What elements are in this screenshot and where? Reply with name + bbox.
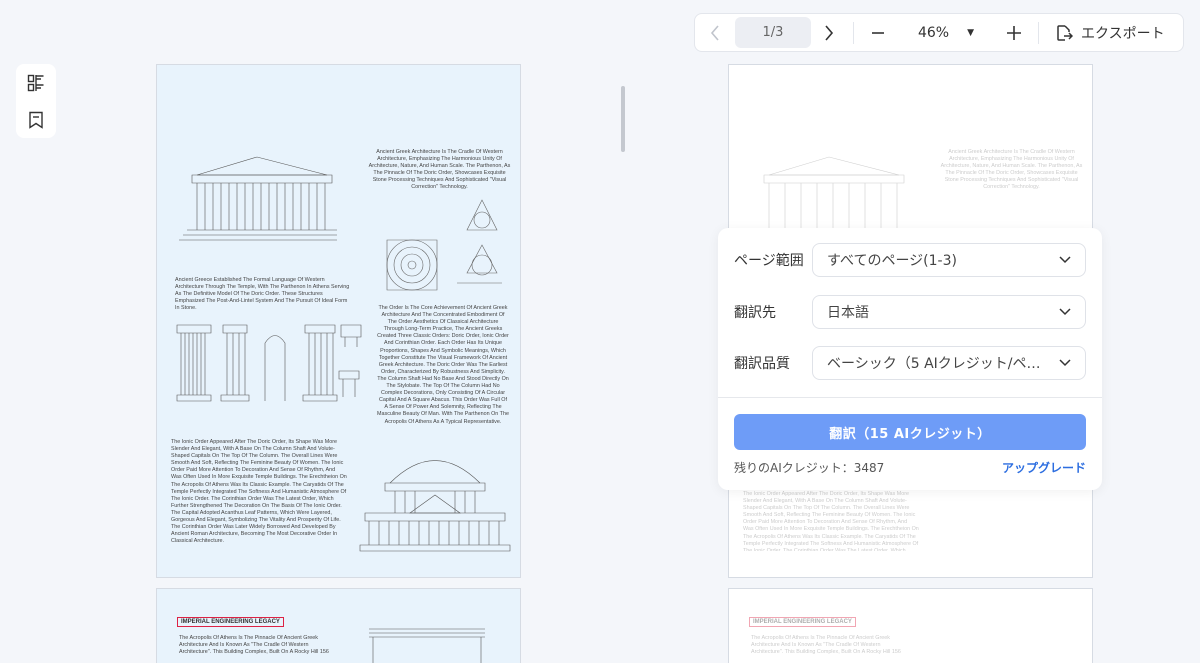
- quality-row: 翻訳品質 ベーシック（5 AIクレジット/ページ）: [734, 346, 1086, 380]
- quality-label: 翻訳品質: [734, 356, 790, 372]
- zoom-out-button[interactable]: [860, 14, 896, 51]
- page-indicator[interactable]: 1/3: [735, 17, 811, 48]
- original-page-1: Ancient Greek Architecture Is The Cradle…: [156, 64, 521, 578]
- order-paragraph: The Order Is The Core Achievement Of Anc…: [377, 305, 509, 425]
- translate-panel: ページ範囲 すべてのページ(1-3) 翻訳先 日本語 翻訳品質 ベーシック（5 …: [718, 228, 1102, 490]
- page2-intro: The Acropolis Of Athens Is The Pinnacle …: [179, 635, 329, 656]
- remaining-credits: 残りのAIクレジット：3487: [734, 461, 885, 475]
- export-button[interactable]: エクスポート: [1045, 23, 1177, 43]
- bookmark-button[interactable]: [18, 104, 54, 136]
- page-range-select[interactable]: すべてのページ(1-3): [812, 243, 1086, 277]
- small-capital-illustration: [338, 370, 360, 397]
- export-icon: [1057, 24, 1073, 41]
- translated-page2-intro: The Acropolis Of Athens Is The Pinnacle …: [751, 635, 901, 656]
- prev-page-button[interactable]: [695, 14, 735, 51]
- upgrade-link[interactable]: アップグレード: [1002, 459, 1086, 476]
- page-range-row: ページ範囲 すべてのページ(1-3): [734, 243, 1086, 277]
- toolbar-divider: [1038, 21, 1039, 44]
- next-page-button[interactable]: [811, 14, 847, 51]
- chevron-down-icon: [1059, 359, 1071, 367]
- panel-divider: [718, 397, 1102, 398]
- caret-down-icon: ▼: [967, 27, 975, 38]
- viewer-toolbar: 1/3 46% ▼ エクスポート: [694, 13, 1184, 52]
- translated-intro-paragraph: Ancient Greek Architecture Is The Cradle…: [940, 149, 1083, 191]
- intro-paragraph: Ancient Greek Architecture Is The Cradle…: [368, 149, 511, 191]
- ionic-paragraph: The Ionic Order Appeared After The Doric…: [171, 439, 347, 545]
- quality-select[interactable]: ベーシック（5 AIクレジット/ページ）: [812, 346, 1086, 380]
- page2-heading: IMPERIAL ENGINEERING LEGACY: [177, 617, 284, 627]
- scrollbar-thumb[interactable]: [621, 86, 625, 152]
- chevron-down-icon: [1059, 256, 1071, 264]
- export-label: エクスポート: [1081, 25, 1165, 42]
- side-toolbar: [16, 64, 56, 138]
- target-language-label: 翻訳先: [734, 305, 776, 321]
- target-language-row: 翻訳先 日本語: [734, 295, 1086, 329]
- zoom-value: 46%: [917, 24, 950, 41]
- thumbnails-button[interactable]: [18, 67, 54, 99]
- zoom-in-button[interactable]: [996, 14, 1032, 51]
- bookmark-icon: [29, 111, 43, 129]
- parthenon-illustration: [179, 156, 337, 241]
- page-range-value: すべてのページ(1-3): [827, 253, 957, 269]
- thumbnails-icon: [27, 74, 44, 91]
- plus-icon: [1007, 25, 1021, 40]
- original-page-2: IMPERIAL ENGINEERING LEGACY The Acropoli…: [156, 588, 521, 663]
- zoom-select[interactable]: 46% ▼: [896, 25, 996, 41]
- toolbar-divider: [853, 21, 854, 44]
- page-range-label: ページ範囲: [734, 253, 804, 269]
- translated-page-2: IMPERIAL ENGINEERING LEGACY The Acropoli…: [728, 588, 1093, 663]
- chevron-right-icon: [825, 24, 834, 41]
- quality-value: ベーシック（5 AIクレジット/ページ）: [827, 356, 1047, 372]
- minus-icon: [872, 31, 884, 34]
- translated-page2-heading: IMPERIAL ENGINEERING LEGACY: [749, 617, 856, 627]
- target-language-select[interactable]: 日本語: [812, 295, 1086, 329]
- chevron-left-icon: [710, 24, 719, 41]
- target-language-value: 日本語: [827, 305, 869, 321]
- chevron-down-icon: [1059, 308, 1071, 316]
- temple-paragraph: Ancient Greece Established The Formal La…: [175, 277, 350, 312]
- geometry-diagrams: [386, 199, 502, 291]
- architrave-illustration: [369, 628, 485, 663]
- translate-button[interactable]: 翻訳（15 AIクレジット）: [734, 414, 1086, 450]
- translated-ionic-paragraph: The Ionic Order Appeared After The Doric…: [743, 491, 919, 551]
- pantheon-illustration: [359, 460, 511, 552]
